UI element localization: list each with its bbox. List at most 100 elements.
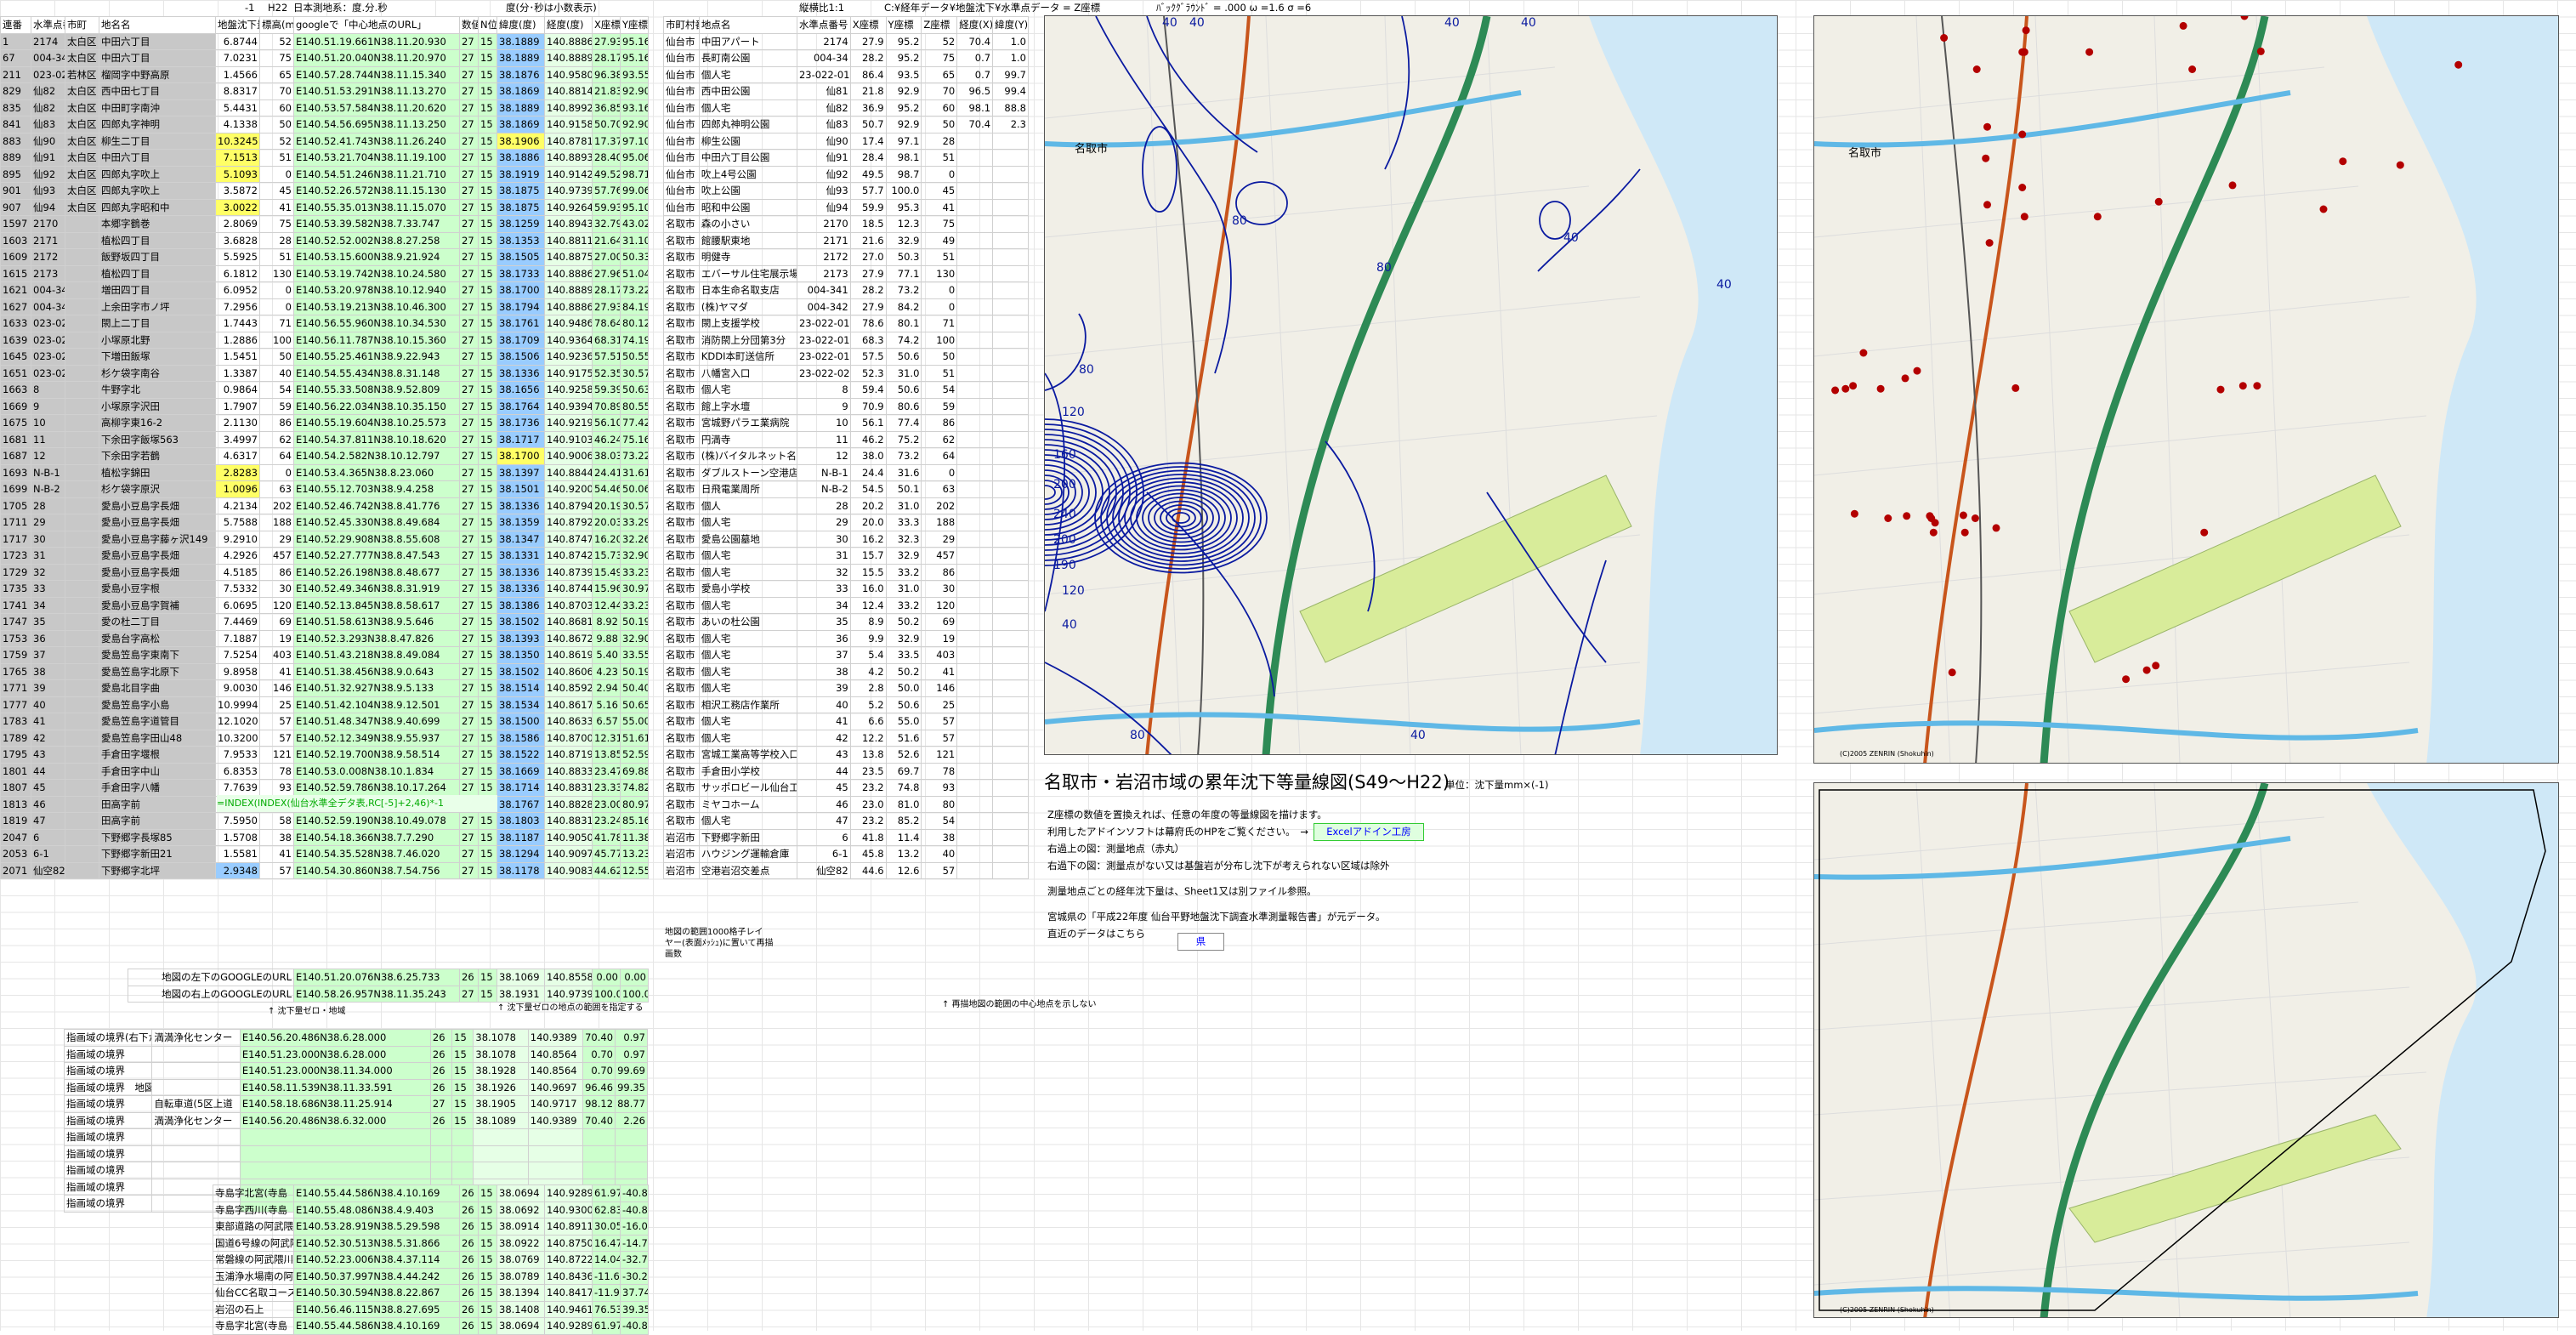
point-row-cell[interactable]: 85.2 [885, 812, 922, 830]
latlon-row-cell[interactable]: 21.83 [592, 82, 621, 100]
boundary-row-cell[interactable] [151, 1062, 241, 1080]
point-row-cell[interactable] [956, 795, 994, 813]
left-table-row-cell[interactable]: 1813 [0, 795, 31, 813]
url-row-cell[interactable]: E140.51.53.291N38.11.13.270 [293, 82, 460, 100]
point-row-cell[interactable]: 54 [921, 812, 958, 830]
left-table-row-cell[interactable]: 4.5185 [215, 563, 260, 581]
left-table-row-cell[interactable]: 下余田字若鶴 [99, 447, 216, 465]
point-row-cell[interactable] [956, 845, 994, 863]
latlon-row-cell[interactable]: 140.8672 [544, 629, 593, 647]
survey-point-dot[interactable] [2319, 205, 2328, 213]
left-table-row-cell[interactable]: 2.8069 [215, 215, 260, 233]
survey-point-dot[interactable] [1983, 201, 1991, 209]
left-table-row-cell[interactable]: 004-342 [31, 298, 65, 315]
latlon-row-cell[interactable]: 74.19 [620, 331, 649, 349]
left-table-row-cell[interactable]: 30 [31, 530, 65, 548]
point-row-cell[interactable] [956, 463, 994, 481]
url-row-cell[interactable]: E140.52.45.330N38.8.49.684 [293, 514, 460, 531]
latlon-row-cell[interactable]: 27 [459, 381, 479, 399]
boundary-row-cell[interactable]: 38.1905 [473, 1095, 529, 1113]
latlon-row-cell[interactable]: 15 [478, 132, 497, 150]
point-row-cell[interactable]: 空港岩沼交差点 [698, 861, 797, 879]
point-row-cell[interactable]: 33.2 [885, 596, 922, 614]
boundary-row-cell[interactable] [151, 1145, 241, 1162]
latlon-row-cell[interactable]: 27 [459, 414, 479, 432]
survey-point-dot[interactable] [2228, 181, 2237, 190]
left-table-row-cell[interactable]: 12 [31, 447, 65, 465]
latlon-row-cell[interactable]: 140.9364 [544, 331, 593, 349]
point-row-cell[interactable]: 86.4 [849, 65, 887, 83]
latlon-row-cell[interactable]: 140.8747 [544, 530, 593, 548]
latlon-header-row-cell[interactable]: Y座標 [620, 16, 649, 34]
point-row-cell[interactable]: 54 [921, 381, 958, 399]
left-table-row-cell[interactable]: 7.0231 [215, 49, 260, 67]
latlon-row-cell[interactable]: 32.90 [620, 629, 649, 647]
point-row-cell[interactable]: 名取市 [663, 248, 700, 266]
latlon-row-cell[interactable]: 15 [478, 348, 497, 366]
point-row-cell[interactable]: 92.9 [885, 116, 922, 134]
latlon-row-cell[interactable]: 38.1522 [496, 746, 545, 764]
left-table-row-cell[interactable]: 901 [0, 182, 31, 200]
left-table-row-cell[interactable]: 69 [259, 613, 294, 631]
latlon-row-cell[interactable]: 38.1906 [496, 132, 545, 150]
latlon-row-cell[interactable]: 27 [459, 861, 479, 879]
latlon-row-cell[interactable]: 15 [478, 331, 497, 349]
point-row-cell[interactable]: 56.1 [849, 414, 887, 432]
latlon-row-cell[interactable]: 13.23 [620, 845, 649, 863]
boundary-row-cell[interactable] [451, 1162, 474, 1179]
boundary-row-cell[interactable]: 38.1926 [473, 1078, 529, 1096]
point-row-cell[interactable] [992, 596, 1029, 614]
point-row-cell[interactable]: 下野郷字新田 [698, 828, 797, 846]
left-table-row-cell[interactable]: 38 [31, 662, 65, 680]
point-row-cell[interactable] [956, 662, 994, 680]
point-row-cell[interactable]: 57 [921, 713, 958, 730]
point-row-cell[interactable]: 37 [796, 646, 851, 664]
latlon-row-cell[interactable]: 38.1875 [496, 198, 545, 216]
river-row-cell[interactable]: 14.04 [592, 1251, 621, 1269]
point-row-cell[interactable]: 日本生命名取支店 [698, 281, 797, 299]
left-table-row-cell[interactable] [65, 397, 99, 415]
survey-point-dot[interactable] [1948, 668, 1956, 677]
point-row-cell[interactable]: 愛島公園墓地 [698, 530, 797, 548]
left-table-row-cell[interactable]: 75 [259, 215, 294, 233]
boundary-row-cell[interactable]: E140.56.20.486N38.6.32.000 [239, 1111, 431, 1129]
url-row-cell[interactable]: E140.53.20.978N38.10.12.940 [293, 281, 460, 299]
latlon-row-cell[interactable]: 95.10 [620, 198, 649, 216]
point-row-cell[interactable]: 39 [796, 679, 851, 697]
left-table-row-cell[interactable]: 1.5451 [215, 348, 260, 366]
point-row-cell[interactable]: 名取市 [663, 414, 700, 432]
point-row-cell[interactable]: 吹上公園 [698, 182, 797, 200]
point-row-cell[interactable]: 70 [921, 82, 958, 100]
point-row-cell[interactable]: 2.8 [849, 679, 887, 697]
boundary-row-cell[interactable]: 140.8564 [527, 1062, 584, 1080]
point-row-cell[interactable] [992, 729, 1029, 747]
left-table-row-cell[interactable]: 1699 [0, 480, 31, 498]
left-table-row-cell[interactable]: 829 [0, 82, 31, 100]
boundary-row-cell[interactable] [527, 1145, 584, 1162]
url-row-cell[interactable]: E140.51.32.927N38.9.5.133 [293, 679, 460, 697]
point-row-cell[interactable]: 27.9 [849, 264, 887, 282]
river-row-cell[interactable]: 37.74 [620, 1284, 649, 1302]
river-row-cell[interactable]: 30.05 [592, 1218, 621, 1236]
river-row-cell[interactable]: -11.96 [592, 1284, 621, 1302]
point-row-cell[interactable]: 004-34 [796, 49, 851, 67]
latlon-row-cell[interactable]: 70.89 [592, 397, 621, 415]
left-table-row-cell[interactable]: 手倉田字八幡 [99, 779, 216, 797]
latlon-row-cell[interactable]: 140.8886 [544, 298, 593, 315]
boundary-row-cell[interactable]: E140.58.18.686N38.11.25.914 [239, 1095, 431, 1113]
left-table-row-cell[interactable]: 023-02-019 [31, 348, 65, 366]
point-row-cell[interactable]: 6.6 [849, 713, 887, 730]
map-corner-row-cell[interactable]: 27 [459, 985, 479, 1003]
boundary-row-cell[interactable]: 自転車道(5区上道 [151, 1095, 241, 1113]
boundary-row-cell[interactable] [527, 1128, 584, 1146]
point-row-cell[interactable]: 63 [921, 480, 958, 498]
river-row-cell[interactable]: E140.50.30.594N38.8.22.867 [293, 1284, 460, 1302]
latlon-row-cell[interactable]: 27 [459, 397, 479, 415]
point-row-cell[interactable] [992, 447, 1029, 465]
river-row-cell[interactable]: 玉浦浄水場南の阿 [213, 1267, 294, 1285]
latlon-row-cell[interactable]: 15 [478, 414, 497, 432]
latlon-row-cell[interactable]: 69.88 [620, 762, 649, 780]
survey-point-dot[interactable] [1972, 65, 1981, 73]
left-table-row-cell[interactable]: 023-02-017 [31, 331, 65, 349]
river-row-cell[interactable]: 140.9461 [544, 1300, 593, 1318]
